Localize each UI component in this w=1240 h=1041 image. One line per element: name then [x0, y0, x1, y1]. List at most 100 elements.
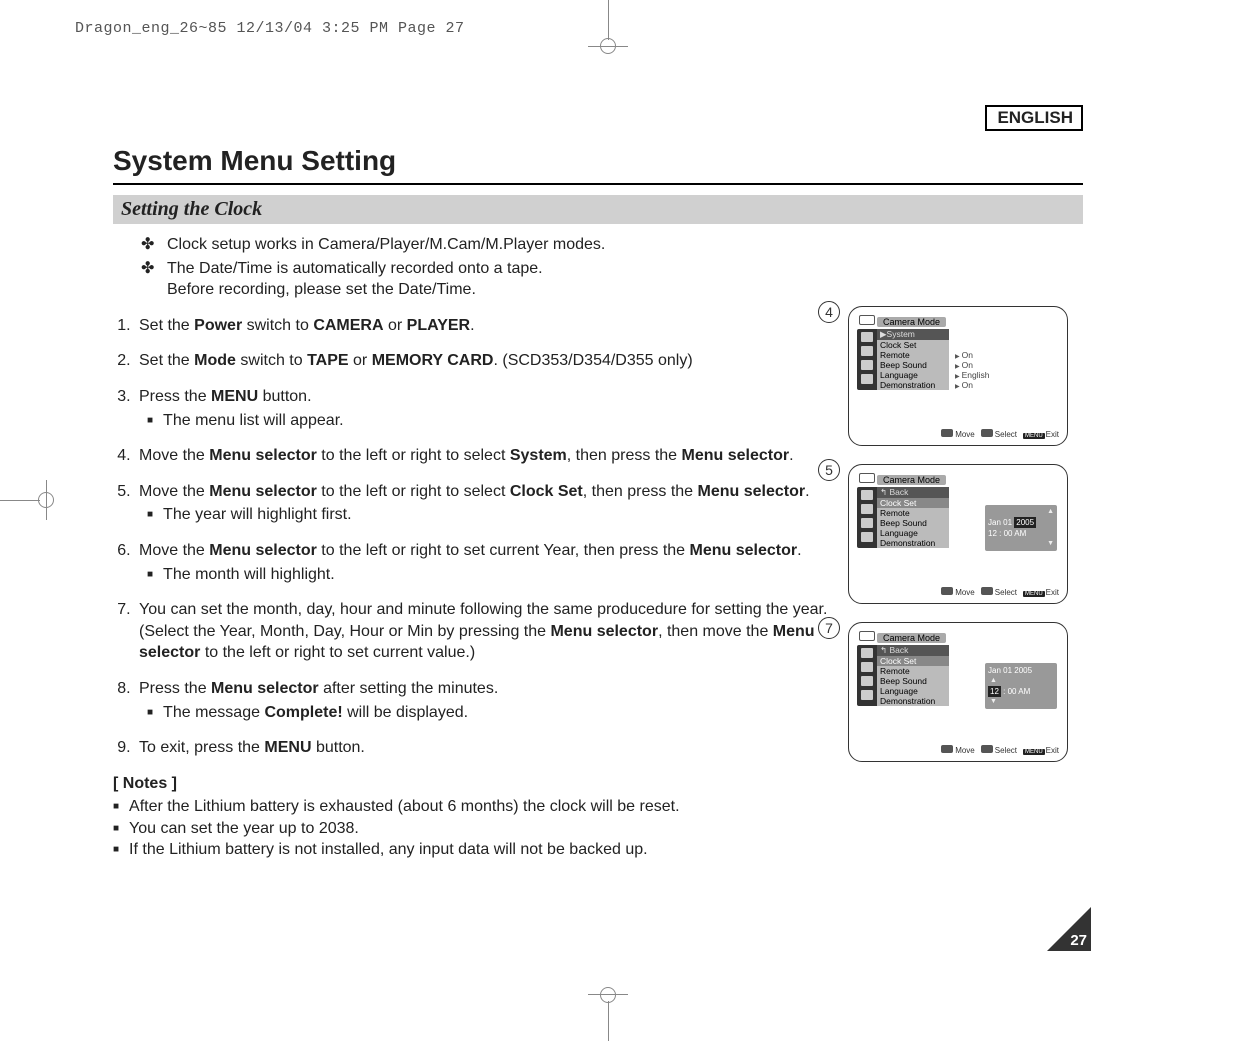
step-8: Press the Menu selector after setting th… — [135, 678, 828, 723]
back-item: ↰ Back — [877, 487, 949, 498]
menu-item-label: Beep Sound — [877, 360, 949, 370]
menu-item-label: Clock Set — [877, 498, 949, 508]
bullet-dagger-icon: ✤ — [141, 258, 167, 301]
menu-item-label: Demonstration — [877, 696, 949, 706]
menu-item-label: Demonstration — [877, 380, 949, 390]
language-label: ENGLISH — [985, 105, 1083, 131]
page-number: 27 — [1070, 932, 1087, 949]
menu-badge-icon: MENU — [1023, 749, 1045, 755]
dagger-item: Clock setup works in Camera/Player/M.Cam… — [167, 234, 605, 256]
screenshot-column: 4 Camera Mode ▶System Clock Set — [848, 306, 1083, 861]
screen-title: Camera Mode — [877, 317, 946, 327]
sidebar-icon — [861, 332, 873, 342]
move-icon — [941, 745, 953, 753]
screen-step-5: 5 Camera Mode ↰ Back Clock Set — [848, 464, 1083, 604]
arrow-up-icon: ▲ — [988, 676, 1054, 686]
menu-item-label: Clock Set — [877, 340, 949, 350]
crop-mark-bottom — [588, 981, 628, 1041]
step-2: Set the Mode switch to TAPE or MEMORY CA… — [135, 350, 828, 372]
step-9: To exit, press the MENU button. — [135, 737, 828, 759]
bullet-dagger-icon: ✤ — [141, 234, 167, 256]
screen-step-4: 4 Camera Mode ▶System Clock Set — [848, 306, 1083, 446]
sidebar-icons — [857, 487, 877, 548]
step-6-sub: The month will highlight. — [147, 564, 828, 586]
step-5: Move the Menu selector to the left or ri… — [135, 481, 828, 526]
sidebar-icon — [861, 676, 873, 686]
menu-heading: ▶System — [877, 329, 949, 340]
menu-item-label: Beep Sound — [877, 518, 949, 528]
menu-item-label: Demonstration — [877, 538, 949, 548]
dagger-subtext: Before recording, please set the Date/Ti… — [167, 281, 476, 298]
camera-icon — [859, 631, 875, 641]
menu-item-value: On — [955, 350, 973, 360]
step-8-sub: The message Complete! will be displayed. — [147, 702, 828, 724]
screen-footer: Move Select MENUExit — [857, 587, 1059, 597]
page-number-badge: 27 — [1047, 907, 1091, 951]
menu-item-label: Language — [877, 686, 949, 696]
step-1: Set the Power switch to CAMERA or PLAYER… — [135, 315, 828, 337]
menu-item-value: English — [955, 370, 990, 380]
menu-badge-icon: MENU — [1023, 433, 1045, 439]
note-item: After the Lithium battery is exhausted (… — [113, 796, 828, 818]
sidebar-icons — [857, 645, 877, 706]
crop-mark-left — [40, 480, 80, 520]
menu-item-label: Language — [877, 528, 949, 538]
arrow-up-icon: ▲ — [988, 507, 1054, 517]
move-icon — [941, 429, 953, 437]
crop-mark-top — [588, 0, 628, 60]
sidebar-icon — [861, 504, 873, 514]
menu-item-label: Language — [877, 370, 949, 380]
sidebar-icon — [861, 662, 873, 672]
sidebar-icon — [861, 518, 873, 528]
camera-icon — [859, 473, 875, 483]
page-title: System Menu Setting — [113, 145, 1083, 177]
screen-footer: Move Select MENUExit — [857, 429, 1059, 439]
step-circle: 5 — [818, 459, 840, 481]
note-item: If the Lithium battery is not installed,… — [113, 839, 828, 861]
select-icon — [981, 429, 993, 437]
sidebar-icon — [861, 360, 873, 370]
menu-item-value: On — [955, 380, 973, 390]
arrow-down-icon: ▼ — [988, 539, 1054, 549]
sidebar-icons — [857, 329, 877, 390]
note-item: You can set the year up to 2038. — [113, 818, 828, 840]
sidebar-icon — [861, 346, 873, 356]
date-panel: Jan 01 2005 ▲ 12 : 00 AM ▼ — [985, 663, 1057, 709]
print-header: Dragon_eng_26~85 12/13/04 3:25 PM Page 2… — [75, 20, 465, 37]
step-3: Press the MENU button. The menu list wil… — [135, 386, 828, 431]
menu-item-label: Remote — [877, 508, 949, 518]
back-item: ↰ Back — [877, 645, 949, 656]
menu-item-value: On — [955, 360, 973, 370]
menu-item-label: Beep Sound — [877, 676, 949, 686]
sidebar-icon — [861, 490, 873, 500]
date-panel: ▲ Jan 01 2005 12 : 00 AM ▼ — [985, 505, 1057, 551]
section-subhead: Setting the Clock — [113, 195, 1083, 224]
sidebar-icon — [861, 374, 873, 384]
sidebar-icon — [861, 690, 873, 700]
screen-footer: Move Select MENUExit — [857, 745, 1059, 755]
menu-item-label: Remote — [877, 666, 949, 676]
screen-step-7: 7 Camera Mode ↰ Back Clock Set — [848, 622, 1083, 762]
menu-item-label: Remote — [877, 350, 949, 360]
dagger-item: The Date/Time is automatically recorded … — [167, 260, 543, 277]
move-icon — [941, 587, 953, 595]
menu-item-label: Clock Set — [877, 656, 949, 666]
step-circle: 7 — [818, 617, 840, 639]
screen-title: Camera Mode — [877, 633, 946, 643]
step-7: You can set the month, day, hour and min… — [135, 599, 828, 664]
select-icon — [981, 745, 993, 753]
title-rule — [113, 183, 1083, 185]
sidebar-icon — [861, 648, 873, 658]
screen-title: Camera Mode — [877, 475, 946, 485]
hour-highlight: 12 — [988, 686, 1001, 697]
arrow-down-icon: ▼ — [988, 697, 1054, 707]
page-content: ENGLISH System Menu Setting Setting the … — [113, 110, 1083, 861]
step-3-sub: The menu list will appear. — [147, 410, 828, 432]
body-text: ✤Clock setup works in Camera/Player/M.Ca… — [113, 234, 828, 861]
step-6: Move the Menu selector to the left or ri… — [135, 540, 828, 585]
step-5-sub: The year will highlight first. — [147, 504, 828, 526]
notes-heading: [ Notes ] — [113, 773, 828, 795]
year-highlight: 2005 — [1014, 517, 1036, 528]
select-icon — [981, 587, 993, 595]
step-4: Move the Menu selector to the left or ri… — [135, 445, 828, 467]
